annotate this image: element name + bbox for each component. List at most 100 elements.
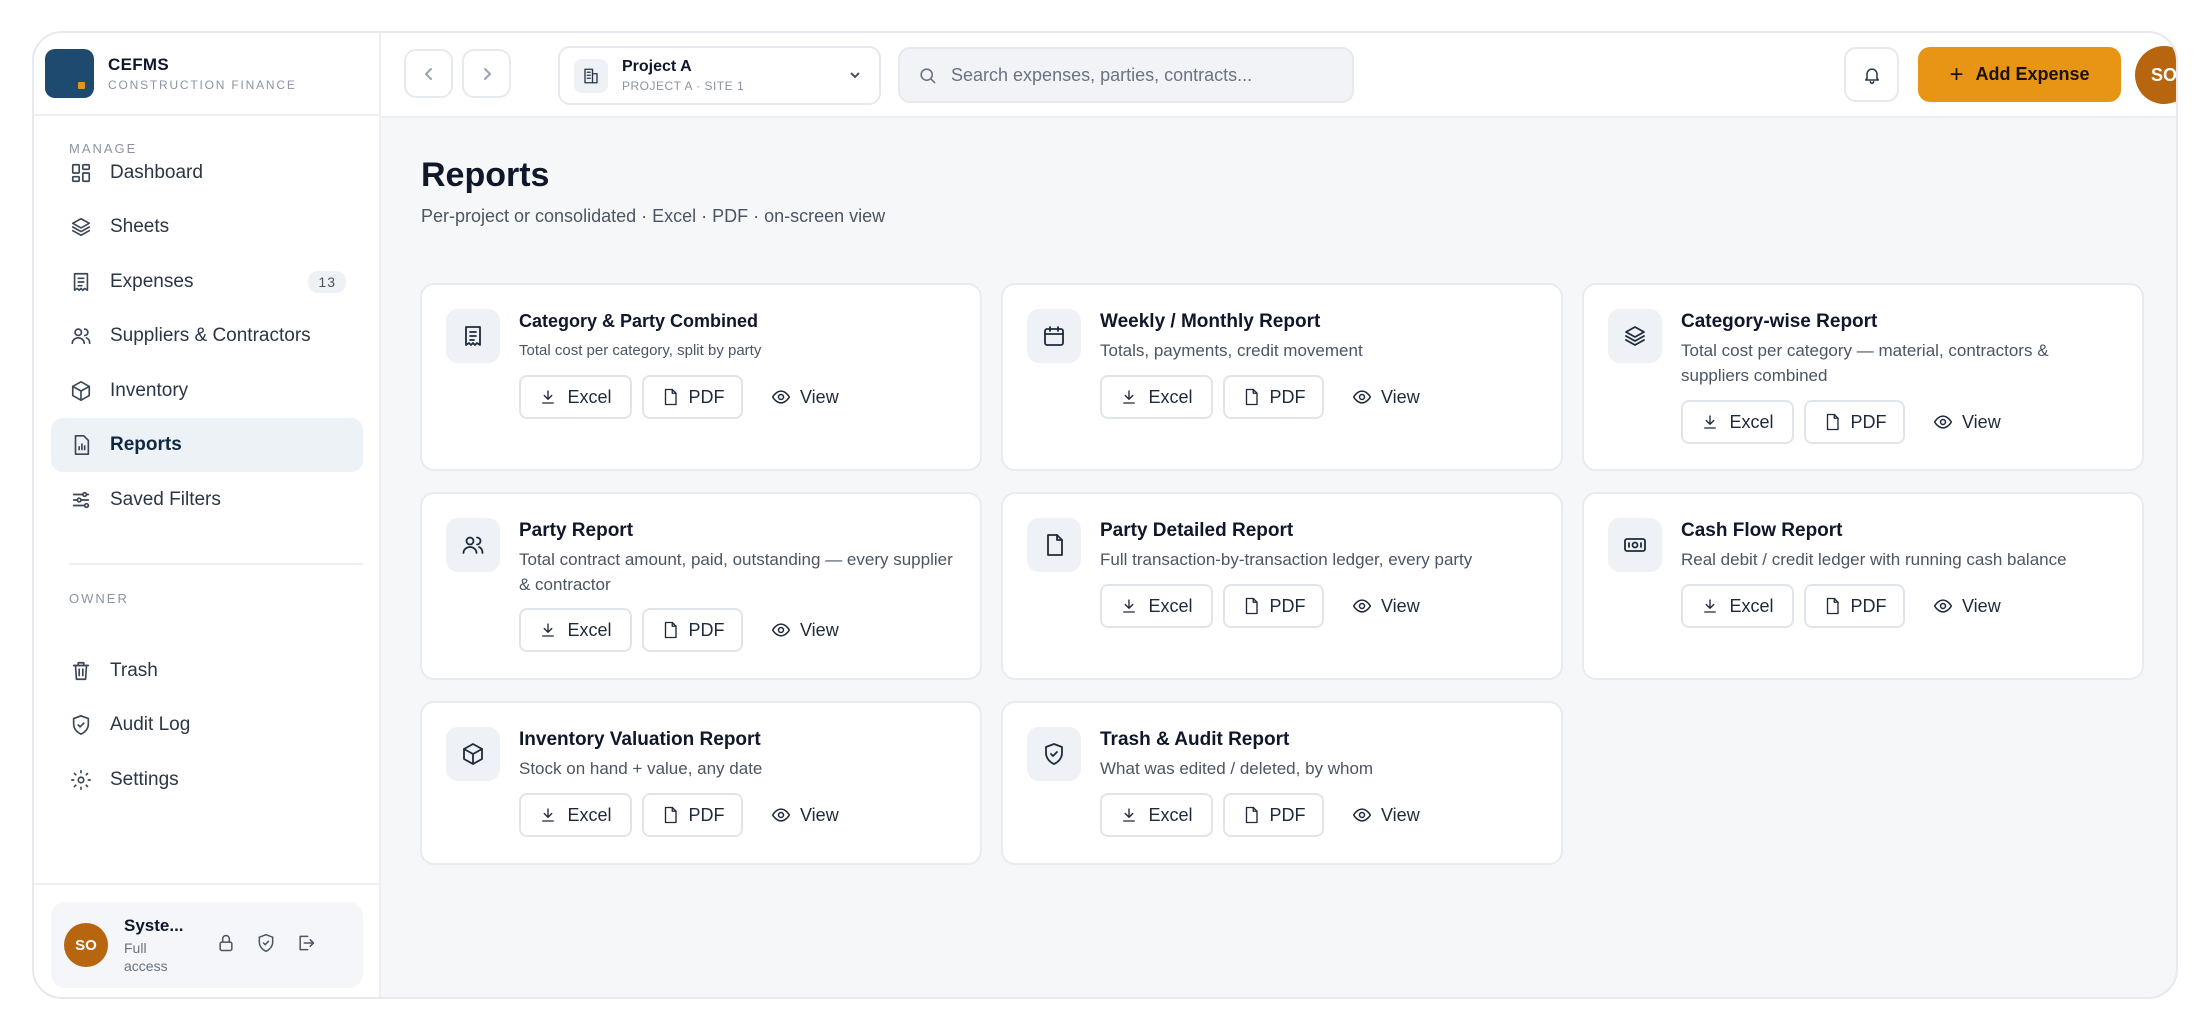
pdf-label: PDF	[688, 804, 725, 825]
report-description: Totals, payments, credit movement	[1100, 341, 1363, 360]
page-title: Reports	[421, 156, 550, 194]
brand[interactable]: CEFMS CONSTRUCTION FINANCE	[34, 33, 379, 116]
excel-download-button[interactable]: Excel	[519, 793, 632, 837]
view-button[interactable]: View	[1933, 596, 2001, 617]
view-button[interactable]: View	[1352, 805, 1420, 826]
view-button[interactable]: View	[1352, 387, 1420, 408]
excel-label: Excel	[1729, 411, 1774, 432]
report-card-category-wise: Category-wise Report Total cost per cate…	[1582, 283, 2144, 471]
building-icon	[574, 58, 608, 93]
report-card-inventory-valuation: Inventory Valuation Report Stock on hand…	[420, 701, 982, 865]
sidebar-item-label: Audit Log	[110, 714, 191, 735]
users-icon	[68, 323, 94, 349]
search-bar	[898, 47, 1354, 103]
add-expense-button[interactable]: + Add Expense	[1918, 47, 2121, 102]
file-icon	[664, 388, 677, 406]
project-selector[interactable]: Project A PROJECT A · SITE 1	[558, 46, 881, 105]
sidebar-item-dashboard[interactable]: Dashboard	[51, 146, 363, 200]
sidebar-item-inventory[interactable]: Inventory	[51, 364, 363, 418]
pdf-download-button[interactable]: PDF	[642, 793, 743, 837]
receipt-icon	[446, 309, 500, 363]
excel-download-button[interactable]: Excel	[519, 608, 632, 652]
report-description: Total cost per category — material, cont…	[1681, 341, 2049, 385]
download-icon	[1123, 808, 1136, 822]
shield-icon[interactable]	[256, 933, 276, 958]
trash-icon	[68, 658, 94, 684]
pdf-download-button[interactable]: PDF	[1804, 400, 1905, 444]
dashboard-icon	[68, 160, 94, 186]
pdf-download-button[interactable]: PDF	[1223, 375, 1324, 419]
sidebar-item-label: Trash	[110, 660, 158, 681]
excel-download-button[interactable]: Excel	[1100, 793, 1213, 837]
logout-icon[interactable]	[296, 933, 316, 958]
sidebar-item-suppliers[interactable]: Suppliers & Contractors	[51, 309, 363, 363]
report-title: Category & Party Combined	[519, 311, 759, 331]
eye-icon	[771, 390, 791, 404]
eye-icon	[1352, 599, 1372, 613]
sidebar-item-reports[interactable]: Reports	[51, 418, 363, 472]
view-button[interactable]: View	[771, 620, 839, 641]
sidebar-item-label: Saved Filters	[110, 489, 221, 510]
box-icon	[68, 378, 94, 404]
sidebar-item-audit-log[interactable]: Audit Log	[51, 698, 363, 752]
file-icon	[1826, 597, 1839, 615]
excel-download-button[interactable]: Excel	[519, 375, 632, 419]
report-icon	[68, 432, 94, 458]
search-input[interactable]	[951, 64, 1331, 86]
layers-icon	[1608, 309, 1662, 363]
excel-download-button[interactable]: Excel	[1681, 584, 1794, 628]
sidebar-item-label: Inventory	[110, 380, 189, 401]
view-button[interactable]: View	[771, 805, 839, 826]
chevron-down-icon	[849, 68, 861, 86]
report-title: Party Report	[519, 520, 634, 541]
avatar[interactable]: SO	[2135, 46, 2176, 104]
user-card: SO Syste... Full access	[51, 902, 363, 988]
excel-download-button[interactable]: Excel	[1681, 400, 1794, 444]
shield-check-icon	[1027, 727, 1081, 781]
view-label: View	[800, 619, 839, 640]
report-description: Stock on hand + value, any date	[519, 759, 763, 778]
pdf-download-button[interactable]: PDF	[1223, 584, 1324, 628]
file-icon	[1245, 388, 1258, 406]
excel-download-button[interactable]: Excel	[1100, 375, 1213, 419]
sidebar-item-saved-filters[interactable]: Saved Filters	[51, 473, 363, 527]
sidebar-item-label: Dashboard	[110, 162, 203, 183]
notifications-button[interactable]	[1844, 47, 1899, 102]
file-icon	[1027, 518, 1081, 572]
forward-button[interactable]	[462, 49, 511, 98]
excel-label: Excel	[1148, 386, 1193, 407]
pdf-download-button[interactable]: PDF	[1804, 584, 1905, 628]
report-title: Weekly / Monthly Report	[1100, 311, 1321, 332]
eye-icon	[1933, 415, 1953, 429]
avatar[interactable]: SO	[64, 923, 108, 967]
download-icon	[542, 623, 555, 637]
pdf-label: PDF	[1269, 804, 1306, 825]
app-window: CEFMS CONSTRUCTION FINANCE MANAGE Dashbo…	[32, 31, 2178, 999]
pdf-label: PDF	[1850, 595, 1887, 616]
layers-icon	[68, 214, 94, 240]
report-card-trash-audit: Trash & Audit Report What was edited / d…	[1001, 701, 1563, 865]
view-label: View	[800, 386, 839, 407]
file-icon	[664, 806, 677, 824]
user-divider	[34, 883, 379, 885]
sidebar-item-expenses[interactable]: Expenses 13	[51, 255, 363, 309]
report-description: Real debit / credit ledger with running …	[1681, 550, 2067, 569]
sidebar-item-trash[interactable]: Trash	[51, 644, 363, 698]
view-button[interactable]: View	[1352, 596, 1420, 617]
pdf-label: PDF	[688, 386, 725, 407]
view-button[interactable]: View	[1933, 412, 2001, 433]
pdf-download-button[interactable]: PDF	[642, 375, 743, 419]
download-icon	[1123, 599, 1136, 613]
view-button[interactable]: View	[771, 387, 839, 408]
shield-icon	[68, 712, 94, 738]
sidebar-item-sheets[interactable]: Sheets	[51, 200, 363, 254]
sidebar-item-settings[interactable]: Settings	[51, 753, 363, 807]
gear-icon	[68, 767, 94, 793]
pdf-download-button[interactable]: PDF	[642, 608, 743, 652]
report-description: What was edited / deleted, by whom	[1100, 759, 1374, 778]
excel-download-button[interactable]: Excel	[1100, 584, 1213, 628]
brand-subtitle: CONSTRUCTION FINANCE	[108, 78, 297, 92]
back-button[interactable]	[404, 49, 453, 98]
lock-icon[interactable]	[216, 933, 236, 958]
pdf-download-button[interactable]: PDF	[1223, 793, 1324, 837]
